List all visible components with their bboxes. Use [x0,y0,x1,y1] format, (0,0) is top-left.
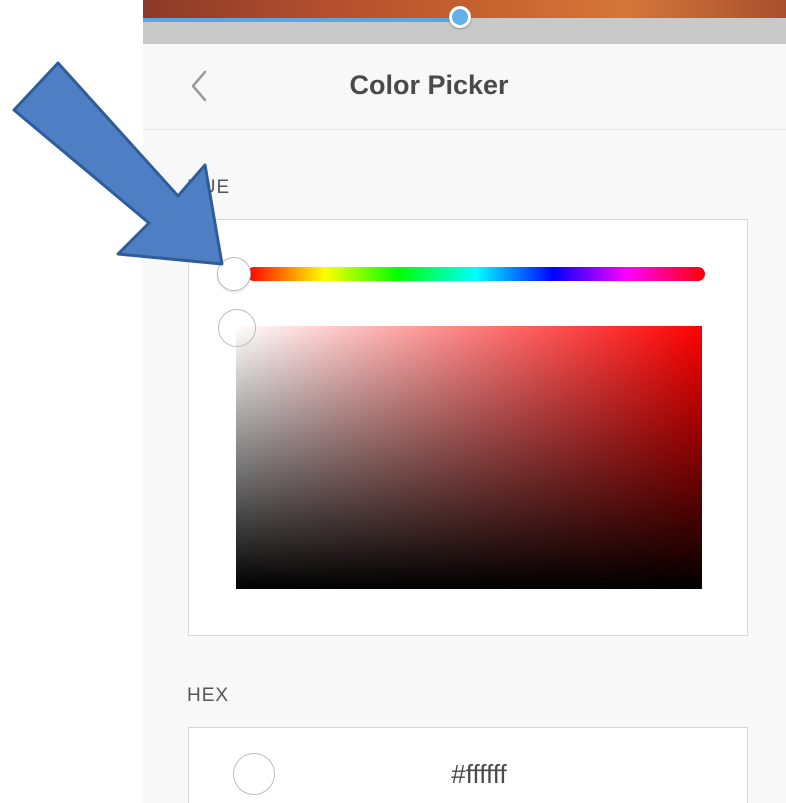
top-slider-strip [143,0,786,44]
screen: Color Picker HUE HEX [0,0,786,803]
saturation-brightness-handle[interactable] [218,309,256,347]
hue-picker-box [188,219,748,636]
top-slider-fill [143,18,463,22]
color-swatch[interactable] [233,753,275,795]
hex-input-box [188,727,748,803]
hex-section-label: HEX [187,685,230,706]
hue-slider-handle[interactable] [217,257,251,291]
hue-slider[interactable] [247,267,705,281]
hue-section-label: HUE [187,177,231,198]
hex-input[interactable] [329,754,629,794]
panel-header: Color Picker [143,44,786,130]
saturation-brightness-area[interactable] [236,326,702,589]
color-picker-panel: Color Picker HUE HEX [143,44,786,803]
top-slider-thumb[interactable] [449,6,471,28]
page-title: Color Picker [349,70,509,100]
